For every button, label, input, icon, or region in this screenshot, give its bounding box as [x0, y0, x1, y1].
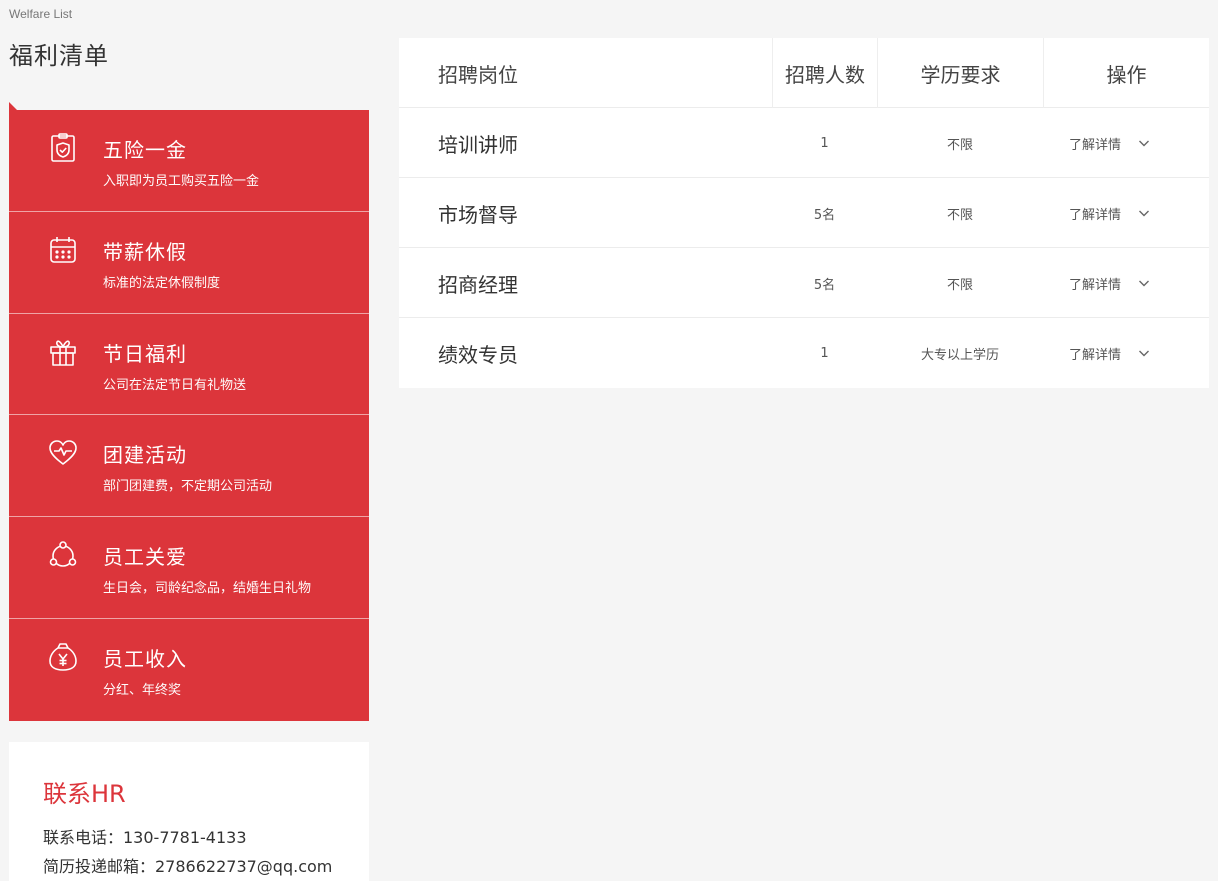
benefit-title: 五险一金: [103, 138, 187, 162]
table-row: 招商经理 5名 不限 了解详情: [399, 248, 1209, 318]
benefit-desc: 入职即为员工购买五险一金: [103, 174, 260, 189]
benefit-item-care: 员工关爱 生日会，司龄纪念品，结婚生日礼物: [9, 517, 369, 619]
job-count: 1: [820, 135, 829, 151]
jobs-table: 招聘岗位 招聘人数 学历要求 操作 培训讲师 1 不限 了解详情 市场督导 5名…: [399, 38, 1209, 388]
benefit-desc: 分红、年终奖: [103, 682, 182, 698]
detail-link[interactable]: 了解详情: [1069, 344, 1121, 363]
job-detail-cell: 了解详情: [1043, 248, 1209, 318]
benefit-title: 员工收入: [103, 646, 187, 671]
page: Welfare List 福利清单 五险一金 入职即为员工购买五险一金 带薪休假…: [0, 0, 1218, 881]
contact-title: 联系HR: [43, 780, 126, 808]
contact-email: 简历投递邮箱：2786622737@qq.com: [43, 857, 333, 876]
benefit-desc: 部门团建费，不定期公司活动: [103, 479, 273, 495]
job-education: 不限: [946, 137, 973, 153]
calendar-icon: [47, 234, 79, 266]
benefit-item-insurance: 五险一金 入职即为员工购买五险一金: [9, 110, 369, 212]
job-count: 5名: [813, 277, 836, 293]
benefit-item-income: 员工收入 分红、年终奖: [9, 618, 369, 721]
detail-link[interactable]: 了解详情: [1069, 134, 1121, 153]
detail-link[interactable]: 了解详情: [1069, 274, 1121, 293]
benefit-item-paid-leave: 带薪休假 标准的法定休假制度: [9, 211, 369, 314]
chevron-down-icon[interactable]: [1138, 207, 1150, 219]
header-education: 学历要求: [877, 38, 1043, 108]
job-position: 招商经理: [438, 272, 518, 297]
benefit-title: 带薪休假: [103, 239, 187, 264]
gift-icon: [47, 336, 79, 368]
benefit-title: 节日福利: [103, 341, 187, 366]
table-header-row: 招聘岗位 招聘人数 学历要求 操作: [399, 38, 1209, 108]
shield-check-icon: [47, 132, 79, 164]
yen-bag-icon: [47, 641, 79, 673]
job-count: 5名: [813, 207, 836, 223]
section-title: 福利清单: [9, 42, 109, 70]
benefit-desc: 公司在法定节日有礼物送: [103, 377, 247, 393]
benefit-title: 团建活动: [103, 443, 187, 468]
header-count: 招聘人数: [772, 38, 877, 108]
benefit-desc: 生日会，司龄纪念品，结婚生日礼物: [103, 581, 312, 597]
benefit-item-team-building: 团建活动 部门团建费，不定期公司活动: [9, 415, 369, 518]
job-education: 不限: [946, 277, 973, 293]
job-position: 培训讲师: [438, 132, 518, 157]
job-education: 不限: [946, 207, 973, 223]
header-position: 招聘岗位: [438, 62, 518, 87]
chevron-down-icon[interactable]: [1138, 277, 1150, 289]
job-count: 1: [820, 345, 829, 361]
benefit-item-holiday: 节日福利 公司在法定节日有礼物送: [9, 313, 369, 416]
job-detail-cell: 了解详情: [1043, 318, 1209, 388]
chevron-down-icon[interactable]: [1138, 347, 1150, 359]
job-education: 大专以上学历: [920, 347, 999, 363]
job-position: 绩效专员: [438, 342, 518, 367]
contact-hr-box: 联系HR 联系电话：130-7781-4133 简历投递邮箱：278662273…: [9, 742, 369, 881]
people-circle-icon: [47, 539, 79, 571]
detail-link[interactable]: 了解详情: [1069, 204, 1121, 223]
job-detail-cell: 了解详情: [1043, 108, 1209, 178]
table-row: 培训讲师 1 不限 了解详情: [399, 108, 1209, 178]
job-detail-cell: 了解详情: [1043, 178, 1209, 248]
table-row: 市场督导 5名 不限 了解详情: [399, 178, 1209, 248]
section-subtitle-en: Welfare List: [9, 7, 73, 21]
chevron-down-icon[interactable]: [1138, 137, 1150, 149]
heart-icon: [47, 437, 79, 469]
benefit-title: 员工关爱: [103, 545, 187, 570]
table-row: 绩效专员 1 大专以上学历 了解详情: [399, 318, 1209, 388]
header-action: 操作: [1043, 38, 1209, 108]
benefits-panel: 五险一金 入职即为员工购买五险一金 带薪休假 标准的法定休假制度 节日福利 公司…: [9, 102, 369, 721]
benefit-desc: 标准的法定休假制度: [103, 275, 221, 291]
job-position: 市场督导: [438, 202, 518, 227]
contact-phone: 联系电话：130-7781-4133: [43, 828, 247, 847]
